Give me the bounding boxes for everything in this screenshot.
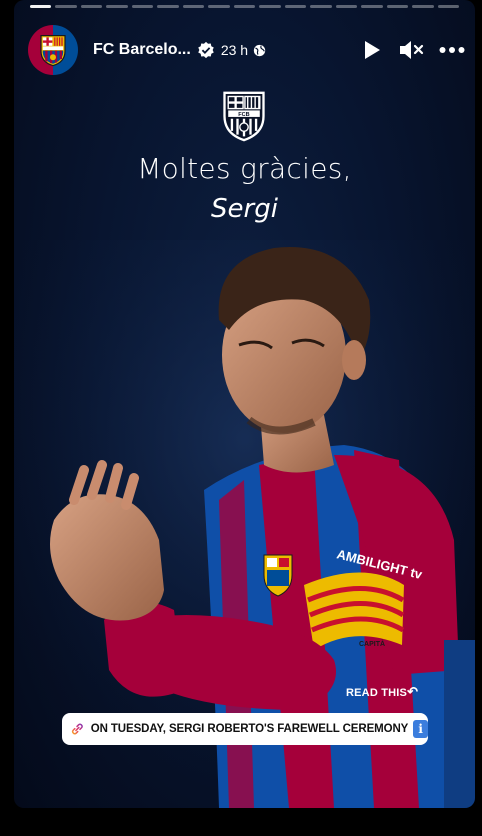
play-button[interactable] xyxy=(359,37,385,63)
progress-segment xyxy=(30,5,52,8)
read-this-label: READ THIS↶ xyxy=(346,684,418,700)
more-dots-icon xyxy=(439,47,465,53)
link-sticker-text: ON TUESDAY, SERGI ROBERTO'S FAREWELL CER… xyxy=(90,723,409,735)
progress-segment xyxy=(259,5,281,8)
account-name[interactable]: FC Barcelo... xyxy=(93,41,191,59)
progress-segment xyxy=(412,5,434,8)
story-viewer[interactable]: FC Barcelo... 23 h FCB Moltes gràcies, S… xyxy=(14,0,475,808)
story-controls xyxy=(359,37,465,63)
progress-segment xyxy=(233,5,256,8)
progress-segment xyxy=(386,5,409,8)
read-this-text: READ THIS xyxy=(346,687,408,699)
story-progress-bar xyxy=(30,5,459,8)
account-avatar[interactable] xyxy=(28,25,78,75)
armband-text: CAPITÀ xyxy=(359,639,385,648)
progress-segment xyxy=(157,5,179,8)
progress-segment xyxy=(106,5,128,8)
progress-segment xyxy=(335,5,358,8)
fcb-crest-icon: FCB xyxy=(223,91,265,142)
progress-segment xyxy=(310,5,332,8)
progress-segment xyxy=(208,5,230,8)
progress-segment xyxy=(131,5,154,8)
story-header: FC Barcelo... 23 h xyxy=(28,24,465,76)
story-title-line2: Sergi xyxy=(211,194,278,224)
arrow-down-icon: ↶ xyxy=(407,684,419,699)
muted-speaker-icon xyxy=(400,41,424,59)
story-title-line1: Moltes gràcies, xyxy=(137,152,352,185)
link-sticker[interactable]: ON TUESDAY, SERGI ROBERTO'S FAREWELL CER… xyxy=(62,713,428,745)
progress-segment xyxy=(437,5,459,8)
play-icon xyxy=(365,41,380,59)
mute-button[interactable] xyxy=(399,37,425,63)
link-icon xyxy=(71,723,83,735)
progress-segment xyxy=(361,5,383,8)
globe-icon xyxy=(253,44,266,56)
progress-segment xyxy=(182,5,205,8)
verified-badge-icon xyxy=(198,41,214,59)
progress-segment xyxy=(55,5,77,8)
more-options-button[interactable] xyxy=(439,37,465,63)
post-time: 23 h xyxy=(220,42,249,58)
info-icon: i xyxy=(413,720,428,738)
progress-segment xyxy=(80,5,103,8)
fcb-crest-icon xyxy=(40,35,66,67)
crest-letters: FCB xyxy=(238,112,249,118)
progress-segment xyxy=(284,5,307,8)
